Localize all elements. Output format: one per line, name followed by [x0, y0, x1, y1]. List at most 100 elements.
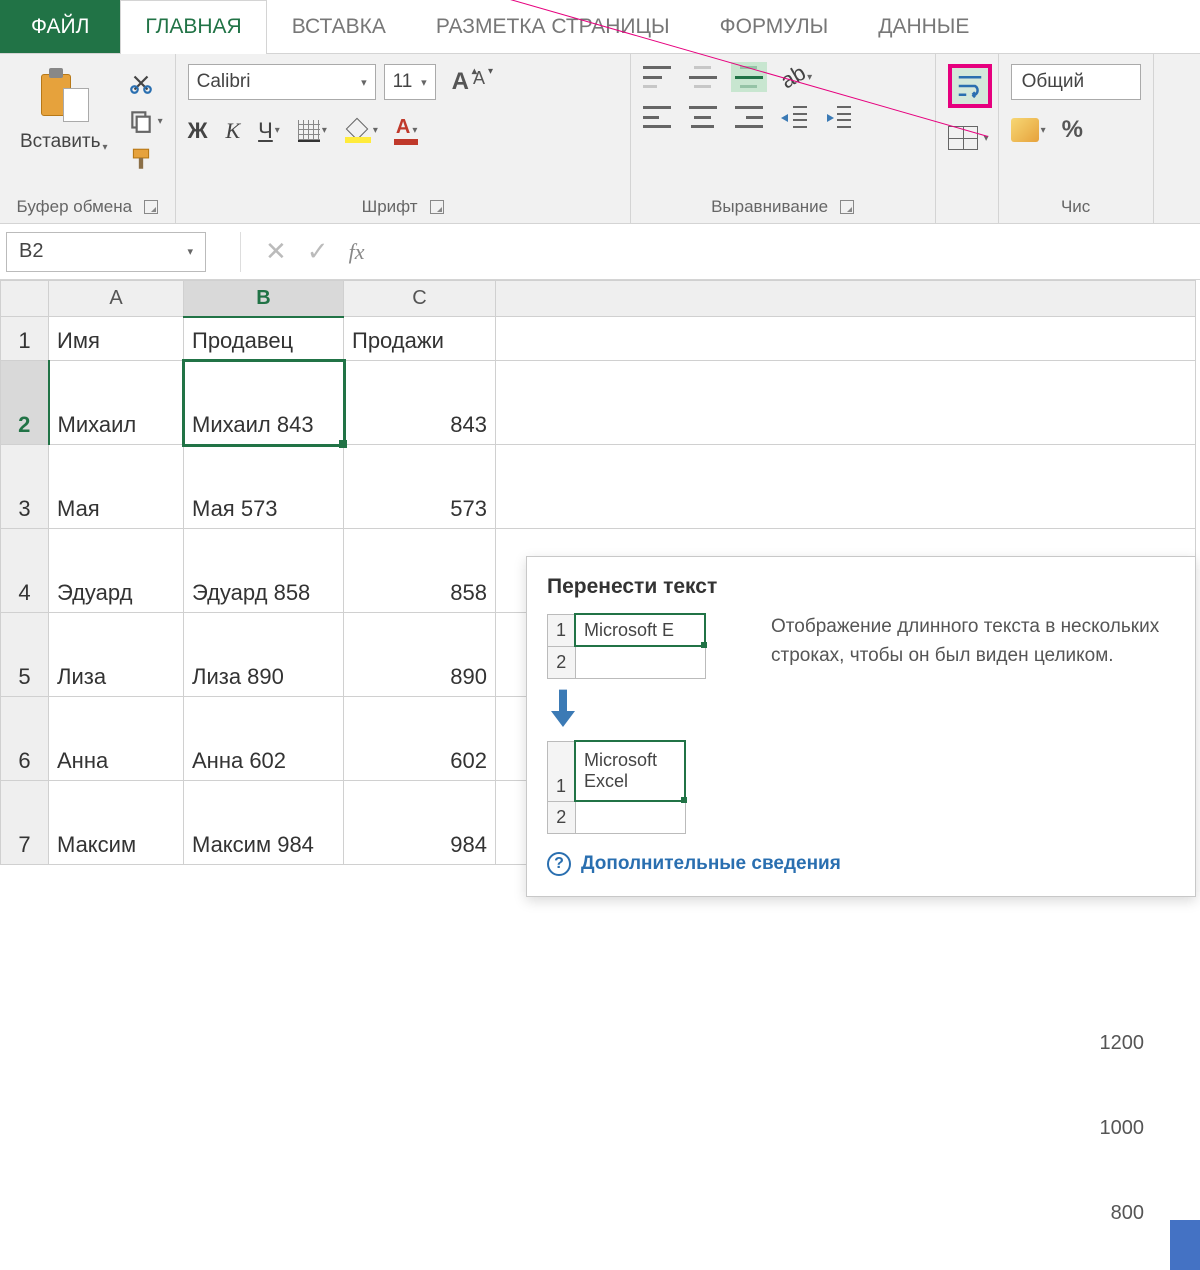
fx-icon[interactable]: fx — [349, 239, 365, 265]
select-all-corner[interactable] — [1, 281, 49, 317]
align-center-icon[interactable] — [689, 106, 717, 128]
col-header-rest[interactable] — [496, 281, 1196, 317]
currency-icon[interactable] — [1011, 118, 1039, 142]
cell-a5[interactable]: Лиза — [49, 613, 184, 697]
font-dialog-launcher[interactable] — [430, 200, 444, 214]
cell-b3[interactable]: Мая 573 — [184, 445, 344, 529]
group-font: Calibri▾ 11▾ A▴ A▾ Ж К Ч▾ ▾ ▾ А▾ Шрифт — [176, 54, 631, 223]
cell-b7[interactable]: Максим 984 — [184, 781, 344, 865]
cell-c6[interactable]: 602 — [344, 697, 496, 781]
font-size-combo[interactable]: 11▾ — [384, 64, 436, 100]
name-box[interactable]: B2▾ — [6, 232, 206, 272]
axis-tick: 1200 — [1100, 1032, 1145, 1055]
merge-cells-button[interactable]: ▾ — [948, 126, 992, 150]
cell-d3[interactable] — [496, 445, 1196, 529]
tab-data[interactable]: ДАННЫЕ — [853, 0, 994, 53]
bold-button[interactable]: Ж — [188, 118, 208, 144]
chart-bar — [1170, 1220, 1200, 1270]
cell-d1[interactable] — [496, 317, 1196, 361]
row-header-2[interactable]: 2 — [1, 361, 49, 445]
percent-button[interactable]: % — [1062, 116, 1083, 144]
cell-a3[interactable]: Мая — [49, 445, 184, 529]
cell-b6[interactable]: Анна 602 — [184, 697, 344, 781]
format-painter-icon[interactable] — [126, 146, 156, 172]
cell-a7[interactable]: Максим — [49, 781, 184, 865]
formula-bar: B2▾ ✕ ✓ fx — [0, 224, 1200, 280]
cell-d2[interactable] — [496, 361, 1196, 445]
row-header-4[interactable]: 4 — [1, 529, 49, 613]
font-color-icon[interactable]: А — [396, 116, 410, 145]
wrap-text-button[interactable] — [948, 64, 992, 108]
row-header-7[interactable]: 7 — [1, 781, 49, 865]
increase-indent-icon[interactable] — [825, 106, 851, 128]
cell-c2[interactable]: 843 — [344, 361, 496, 445]
group-clipboard: Вставить▾ ▾ Буфер обмена — [0, 54, 176, 223]
row-header-3[interactable]: 3 — [1, 445, 49, 529]
cut-icon[interactable] — [126, 70, 156, 96]
worksheet-grid[interactable]: A B C 1 Имя Продавец Продажи 2 Михаил Ми… — [0, 280, 1200, 865]
tooltip-description: Отображение длинного текста в нескольких… — [771, 613, 1175, 834]
alignment-dialog-launcher[interactable] — [840, 200, 854, 214]
axis-tick: 800 — [1100, 1202, 1145, 1225]
group-number: Общий ▾ % Чис — [998, 54, 1154, 223]
cell-b4[interactable]: Эдуард 858 — [184, 529, 344, 613]
tab-home[interactable]: ГЛАВНАЯ — [120, 0, 266, 54]
wrap-text-icon — [955, 71, 985, 101]
align-middle-icon[interactable] — [689, 66, 717, 88]
cell-c3[interactable]: 573 — [344, 445, 496, 529]
cell-a6[interactable]: Анна — [49, 697, 184, 781]
font-name-combo[interactable]: Calibri▾ — [188, 64, 376, 100]
cell-c1[interactable]: Продажи — [344, 317, 496, 361]
tab-formulas[interactable]: ФОРМУЛЫ — [695, 0, 854, 53]
cell-a1[interactable]: Имя — [49, 317, 184, 361]
ribbon: Вставить▾ ▾ Буфер обмена Calibri▾ 11▾ A▴… — [0, 54, 1200, 224]
tooltip-illustration: 1Microsoft E 2 1MicrosoftExcel 2 — [547, 613, 747, 834]
cell-b2[interactable]: Михаил 843 — [184, 361, 344, 445]
cell-b5[interactable]: Лиза 890 — [184, 613, 344, 697]
down-arrow-icon — [547, 687, 579, 730]
tab-insert[interactable]: ВСТАВКА — [267, 0, 411, 53]
tab-file[interactable]: ФАЙЛ — [0, 0, 120, 53]
help-icon: ? — [547, 852, 571, 876]
cell-a4[interactable]: Эдуард — [49, 529, 184, 613]
cell-c7[interactable]: 984 — [344, 781, 496, 865]
ribbon-tabs: ФАЙЛ ГЛАВНАЯ ВСТАВКА РАЗМЕТКА СТРАНИЦЫ Ф… — [0, 0, 1200, 54]
align-right-icon[interactable] — [735, 106, 763, 128]
align-left-icon[interactable] — [643, 106, 671, 128]
col-header-a[interactable]: A — [49, 281, 184, 317]
copy-button[interactable]: ▾ — [126, 108, 163, 134]
underline-button[interactable]: Ч — [258, 118, 273, 144]
group-wrap: ▾ — [936, 54, 998, 223]
increase-font-icon[interactable]: A▴ — [452, 68, 469, 96]
align-top-icon[interactable] — [643, 66, 671, 88]
clipboard-icon — [39, 68, 89, 122]
col-header-c[interactable]: C — [344, 281, 496, 317]
paste-label: Вставить▾ — [20, 130, 108, 153]
decrease-font-icon[interactable]: A▾ — [473, 68, 485, 96]
tooltip-more-link[interactable]: ? Дополнительные сведения — [547, 852, 1175, 876]
borders-icon[interactable] — [298, 120, 320, 142]
tooltip-title: Перенести текст — [547, 575, 1175, 599]
accept-formula-icon[interactable]: ✓ — [307, 236, 329, 267]
cell-c4[interactable]: 858 — [344, 529, 496, 613]
row-header-6[interactable]: 6 — [1, 697, 49, 781]
paste-button[interactable]: Вставить▾ — [12, 64, 116, 157]
wrap-text-tooltip: Перенести текст 1Microsoft E 2 1Microsof… — [526, 556, 1196, 897]
axis-tick: 1000 — [1100, 1117, 1145, 1140]
number-format-combo[interactable]: Общий — [1011, 64, 1141, 100]
decrease-indent-icon[interactable] — [781, 106, 807, 128]
fill-color-icon[interactable] — [345, 119, 371, 143]
cell-b1[interactable]: Продавец — [184, 317, 344, 361]
clipboard-group-label: Буфер обмена — [17, 197, 133, 217]
cell-c5[interactable]: 890 — [344, 613, 496, 697]
row-header-5[interactable]: 5 — [1, 613, 49, 697]
cell-a2[interactable]: Михаил — [49, 361, 184, 445]
cancel-formula-icon[interactable]: ✕ — [265, 236, 287, 267]
col-header-b[interactable]: B — [184, 281, 344, 317]
italic-button[interactable]: К — [226, 118, 241, 144]
number-group-label: Чис — [1061, 197, 1090, 217]
row-header-1[interactable]: 1 — [1, 317, 49, 361]
chart-axis: 1200 1000 800 — [1100, 1032, 1145, 1225]
clipboard-dialog-launcher[interactable] — [144, 200, 158, 214]
tab-page-layout[interactable]: РАЗМЕТКА СТРАНИЦЫ — [411, 0, 695, 53]
